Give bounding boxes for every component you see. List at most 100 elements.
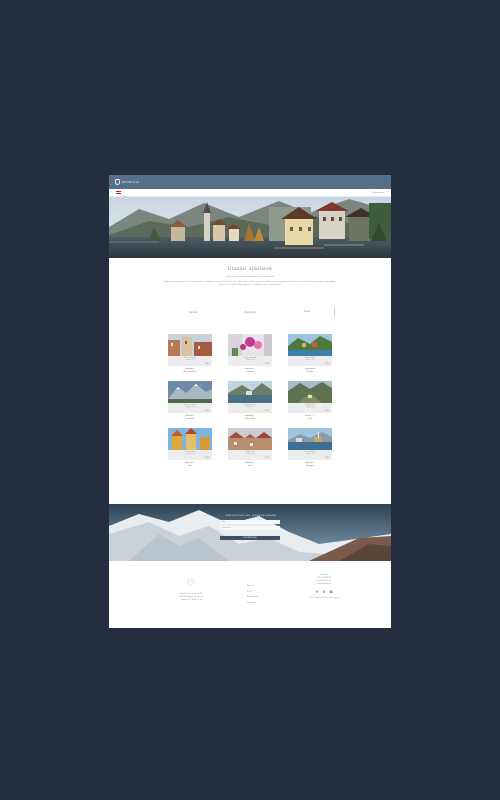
subscribe-button[interactable]: FELIRATKOZÁS (220, 536, 280, 540)
offer-photo-illustration (288, 381, 332, 403)
offer-photo-illustration (228, 334, 272, 356)
offer-price: € 329 (324, 363, 330, 365)
offer-photo[interactable] (228, 334, 272, 356)
offer-name[interactable]: Tirol (288, 418, 332, 420)
offer-name[interactable]: Salzburg (228, 371, 272, 373)
offer-card[interactable]: Tavaszi kikötő 4 nap / 3 éj € 239 ★★★★☆ Breg… (288, 428, 332, 467)
offer-info-box: Óváros séta 3 nap / 2 éj € 169 (228, 450, 272, 460)
offer-photo[interactable] (228, 428, 272, 450)
web-page: HOTELVIA HU Bejelentkezés Utazási ajánla… (109, 175, 391, 628)
offer-photo[interactable] (288, 428, 332, 450)
offer-rating: ★★★★☆ (185, 462, 195, 464)
offer-photo-illustration (168, 381, 212, 403)
contact-web[interactable]: www.hotelvia.hu (294, 583, 354, 586)
offer-info-box: Havas csúcsok 3 nap / 2 éj € 199 (168, 403, 212, 413)
offer-photo-illustration (228, 428, 272, 450)
offer-rating: ★★★★☆ (245, 368, 255, 370)
offer-price: € 249 (264, 363, 270, 365)
offer-info-box: Völgyi túrák 6 nap / 5 éj € 359 (288, 403, 332, 413)
offer-price: € 129 (204, 457, 210, 459)
hero-image (109, 197, 391, 258)
offer-price: € 279 (264, 410, 270, 412)
newsletter-title: IRATKOZZON FEL HÍRLEVELÜNKRE (225, 515, 277, 517)
offer-name[interactable]: Zell am See (228, 418, 272, 420)
offer-photo-illustration (288, 334, 332, 356)
consent-label: Elfogadom az adatkezelési feltételeket (223, 532, 254, 534)
footer-link-contact[interactable]: Kapcsolat (247, 601, 261, 607)
offer-info-box: Virágos udvarok 4 nap / 3 éj € 249 (228, 356, 272, 366)
offer-photo[interactable] (168, 381, 212, 403)
flag-icon (116, 190, 121, 194)
tab-cities[interactable]: Városok (165, 311, 221, 314)
offer-name[interactable]: Bregenz (288, 465, 332, 467)
offer-card[interactable]: Bécs belvárosa 3 nap / 2 éj € 189 ★★★★☆ Bécs… (168, 334, 212, 373)
offer-price: € 359 (324, 410, 330, 412)
newsletter-name-input[interactable]: Név (220, 520, 280, 524)
offer-info-box: Őszi fesztivál 2 nap / 1 éj € 129 (168, 450, 212, 460)
offer-duration: 3 nap / 2 éj (245, 453, 255, 456)
offer-rating: ★★★★☆ (185, 415, 195, 417)
offer-photo[interactable] (288, 381, 332, 403)
offer-rating: ★★★★☆ (245, 462, 255, 464)
offer-price: € 199 (204, 410, 210, 412)
facebook-icon[interactable]: f (315, 589, 320, 594)
offer-duration: 3 nap / 2 éj (185, 406, 195, 409)
page-lead: Fedezze fel Ausztria legszebb tájait és … (226, 276, 274, 278)
offer-name[interactable]: Linz (228, 465, 272, 467)
offer-rating: ★★★★☆ (305, 462, 315, 464)
offer-card[interactable]: Őszi fesztivál 2 nap / 1 éj € 129 ★★★★☆ Graz (168, 428, 212, 467)
footer-logo-icon (187, 578, 195, 586)
site-footer: Hotelvia Utazási Iroda Kft. 1051 Budapes… (109, 561, 391, 628)
offer-card[interactable]: Virágos udvarok 4 nap / 3 éj € 249 ★★★★☆ Sal… (228, 334, 272, 373)
offer-card[interactable]: Völgyi túrák 6 nap / 5 éj € 359 ★★★☆☆ Tirol (288, 381, 332, 420)
offer-rating: ★★★★☆ (245, 415, 255, 417)
footer-contact: Kapcsolat +36 1 234 5678 info@hotelvia.h… (294, 574, 354, 599)
hero-village-lake-illustration (109, 197, 391, 258)
offer-photo[interactable] (288, 334, 332, 356)
offer-duration: 6 nap / 5 éj (305, 406, 315, 409)
twitter-icon[interactable]: t (322, 589, 327, 594)
offer-rating: ★★★☆☆ (305, 415, 315, 417)
consent-checkbox[interactable] (220, 532, 222, 534)
consent-checkbox-row[interactable]: Elfogadom az adatkezelési feltételeket (220, 532, 282, 534)
offer-photo[interactable] (228, 381, 272, 403)
offer-name[interactable]: Bécs, Ausztria (168, 371, 212, 373)
offer-card[interactable]: Óváros séta 3 nap / 2 éj € 169 ★★★★☆ Linz (228, 428, 272, 467)
google-icon[interactable]: G (329, 589, 334, 594)
offer-photo[interactable] (168, 428, 212, 450)
offer-name[interactable]: Innsbruck (168, 418, 212, 420)
tab-lakes[interactable]: Tavak (279, 307, 335, 317)
newsletter-email-input[interactable]: E-mail cím (220, 526, 280, 530)
offer-photo-illustration (168, 428, 212, 450)
copyright: © 2019 Hotelvia. Minden jog fenntartva. (308, 597, 340, 599)
offer-photo[interactable] (168, 334, 212, 356)
offer-card[interactable]: Tóparti pihenés 4 nap / 3 éj € 279 ★★★★☆ Zel… (228, 381, 272, 420)
offer-duration: 4 nap / 3 éj (245, 406, 255, 409)
intro-paragraph: Válogasson legkedveltebb úti céljaink kö… (163, 281, 337, 286)
footer-links: Rólunk ÁSZF Adatvédelem Kapcsolat (247, 584, 261, 606)
offer-grid: Bécs belvárosa 3 nap / 2 éj € 189 ★★★★☆ Bécs… (168, 334, 332, 467)
tab-mountains[interactable]: Hegyvidék (222, 311, 278, 314)
utility-bar: HU Bejelentkezés (109, 189, 391, 198)
offer-duration: 4 nap / 3 éj (305, 453, 315, 456)
address-line-3: Nyitva: H–P 9:00–17:00 (180, 599, 203, 601)
social-links: f t G (294, 589, 354, 594)
offer-price: € 169 (264, 457, 270, 459)
offer-rating: ★★★★☆ (185, 368, 195, 370)
offer-card[interactable]: Havas csúcsok 3 nap / 2 éj € 199 ★★★★☆ Innsb… (168, 381, 212, 420)
offer-duration: 2 nap / 1 éj (185, 453, 195, 456)
offer-name[interactable]: Graz (168, 465, 212, 467)
offer-name[interactable]: Hallstatt (288, 371, 332, 373)
offer-photo-illustration (228, 381, 272, 403)
offer-info-box: Tavaszi kikötő 4 nap / 3 éj € 239 (288, 450, 332, 460)
offer-photo-illustration (288, 428, 332, 450)
offer-info-box: Tóparti pihenés 4 nap / 3 éj € 279 (228, 403, 272, 413)
offer-info-box: Alpesi kilátás 5 nap / 4 éj € 329 (288, 356, 332, 366)
offer-price: € 239 (324, 457, 330, 459)
offer-price: € 189 (204, 363, 210, 365)
offer-duration: 4 nap / 3 éj (245, 359, 255, 362)
newsletter-form: IRATKOZZON FEL HÍRLEVELÜNKRE Név E-mail … (220, 515, 282, 540)
footer-address: Hotelvia Utazási Iroda Kft. 1051 Budapes… (164, 593, 219, 602)
offer-card[interactable]: Alpesi kilátás 5 nap / 4 éj € 329 ★★★★★ Hall… (288, 334, 332, 373)
login-link[interactable]: Bejelentkezés (372, 192, 384, 194)
